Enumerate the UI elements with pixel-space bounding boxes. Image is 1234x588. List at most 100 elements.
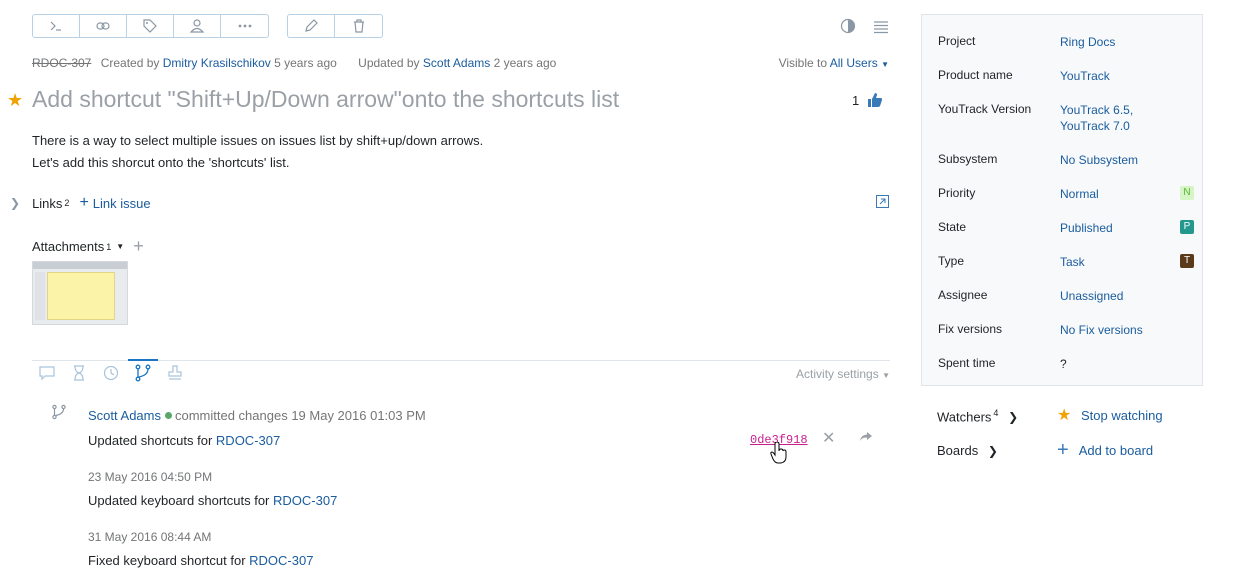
menu-button[interactable]	[873, 19, 889, 35]
command-icon	[50, 21, 61, 31]
field-value[interactable]: No Fix versions	[1060, 322, 1143, 338]
branch-icon	[135, 364, 151, 382]
state-badge: P	[1180, 220, 1194, 234]
field-value[interactable]: Ring Docs	[1060, 34, 1115, 50]
created-ago: 5 years ago	[274, 56, 337, 70]
type-badge: T	[1180, 254, 1194, 268]
tag-icon	[143, 19, 157, 33]
tab-vcs[interactable]	[134, 364, 154, 384]
description-line: Let's add this shorcut onto the 'shortcu…	[32, 155, 290, 170]
caret-down-icon: ▼	[882, 371, 890, 380]
thumb-header	[33, 262, 127, 269]
add-to-board-button[interactable]: + Add to board	[1057, 440, 1153, 460]
tab-stamp[interactable]	[166, 364, 186, 384]
field-key: Spent time	[938, 356, 996, 370]
watchers-label: Watchers	[937, 409, 992, 425]
edit-icon	[305, 19, 318, 32]
tag-button[interactable]	[127, 15, 174, 37]
visibility-dropdown[interactable]: All Users ▼	[830, 56, 889, 70]
field-value[interactable]: Normal	[1060, 186, 1099, 202]
link-issue-button[interactable]: + Link issue	[79, 194, 150, 212]
tab-history[interactable]	[70, 364, 90, 384]
activity-action: committed changes 19 May 2016 01:03 PM	[174, 408, 426, 423]
open-links-button[interactable]	[876, 195, 889, 208]
watchers-toggle[interactable]: Watchers 4 ❯	[937, 408, 1018, 424]
close-icon[interactable]: ✕	[822, 428, 835, 448]
field-value[interactable]: ?	[1060, 356, 1067, 372]
commit-icon	[51, 404, 67, 423]
contrast-icon	[840, 18, 856, 34]
field-key: Subsystem	[938, 152, 998, 166]
more-button[interactable]	[221, 15, 268, 37]
issue-ref-link[interactable]: RDOC-307	[249, 553, 313, 568]
tab-work[interactable]	[102, 364, 122, 384]
thumb-side	[35, 272, 45, 320]
chevron-right-icon: ❯	[1008, 410, 1019, 425]
issue-ref-link[interactable]: RDOC-307	[273, 493, 337, 508]
creator-link[interactable]: Dmitry Krasilschikov	[163, 56, 271, 70]
commit-text: Fixed keyboard shortcut for	[88, 553, 246, 568]
field-value[interactable]: Unassigned	[1060, 288, 1123, 304]
field-value[interactable]: No Subsystem	[1060, 152, 1138, 168]
visibility: Visible to All Users ▼	[779, 56, 889, 70]
command-button[interactable]	[33, 15, 80, 37]
activity-settings-dropdown[interactable]: Activity settings ▼	[796, 367, 890, 381]
vote-widget[interactable]: 1	[852, 92, 883, 108]
updater-link[interactable]: Scott Adams	[423, 56, 490, 70]
links-count: 2	[64, 198, 70, 208]
field-value[interactable]: YouTrack 6.5, YouTrack 7.0	[1060, 102, 1133, 134]
issue-fields-panel: Project Ring Docs Product name YouTrack …	[921, 14, 1203, 386]
visible-prefix: Visible to	[778, 56, 828, 70]
caret-down-icon: ▼	[881, 60, 889, 69]
delete-icon	[353, 19, 364, 33]
delete-button[interactable]	[335, 15, 382, 37]
version-value: YouTrack 7.0	[1060, 119, 1130, 133]
attachments-count: 1	[106, 241, 112, 252]
field-value[interactable]: Task	[1060, 254, 1085, 270]
activity-settings-label: Activity settings	[796, 367, 879, 381]
field-value[interactable]: YouTrack	[1060, 68, 1110, 84]
issue-id[interactable]: RDOC-307	[32, 56, 91, 70]
activity-author[interactable]: Scott Adams	[88, 408, 161, 423]
field-key: Assignee	[938, 288, 988, 302]
issue-toolbar-main	[32, 14, 269, 38]
stop-watching-button[interactable]: ★ Stop watching	[1057, 405, 1163, 425]
chevron-right-icon[interactable]: ❯	[10, 196, 20, 210]
commit-message: Updated shortcuts for RDOC-307	[88, 433, 280, 448]
field-key: Product name	[938, 68, 1013, 82]
contrast-toggle[interactable]	[840, 18, 856, 34]
share-icon[interactable]	[858, 429, 874, 448]
star-icon[interactable]: ★	[7, 90, 23, 111]
commit-date: 23 May 2016 04:50 PM	[88, 470, 213, 484]
watchers-count: 4	[993, 408, 999, 418]
online-status-dot	[164, 412, 172, 419]
attachment-thumbnail[interactable]	[32, 261, 128, 325]
links-label[interactable]: Links	[32, 196, 62, 211]
tab-comments[interactable]	[38, 364, 58, 384]
field-key: YouTrack Version	[938, 102, 1032, 116]
add-attachment-icon[interactable]: +	[133, 236, 144, 257]
visibility-value: All Users	[829, 56, 878, 70]
tab-active-indicator	[128, 359, 158, 361]
more-icon	[238, 24, 251, 28]
priority-badge: N	[1180, 186, 1194, 200]
link-button[interactable]	[80, 15, 127, 37]
field-key: Fix versions	[938, 322, 1003, 336]
caret-down-icon[interactable]: ▼	[116, 242, 124, 251]
activity-header: Scott Adams committed changes 19 May 2016…	[88, 408, 426, 423]
timer-icon	[103, 365, 119, 381]
issue-description: There is a way to select multiple issues…	[32, 130, 483, 174]
boards-toggle[interactable]: Boards ❯	[937, 443, 998, 458]
edit-button[interactable]	[288, 15, 335, 37]
activity-divider	[32, 360, 890, 361]
attachments-section: Attachments 1 ▼ +	[32, 236, 144, 257]
chevron-right-icon: ❯	[987, 444, 998, 458]
field-value[interactable]: Published	[1060, 220, 1113, 236]
issue-ref-link[interactable]: RDOC-307	[216, 433, 280, 448]
hourglass-icon	[74, 365, 84, 381]
assign-button[interactable]	[174, 15, 221, 37]
stop-watching-label: Stop watching	[1080, 408, 1163, 423]
commit-text: Updated shortcuts for	[88, 433, 213, 448]
cursor-hand-icon	[770, 441, 788, 467]
vote-count: 1	[852, 92, 860, 108]
